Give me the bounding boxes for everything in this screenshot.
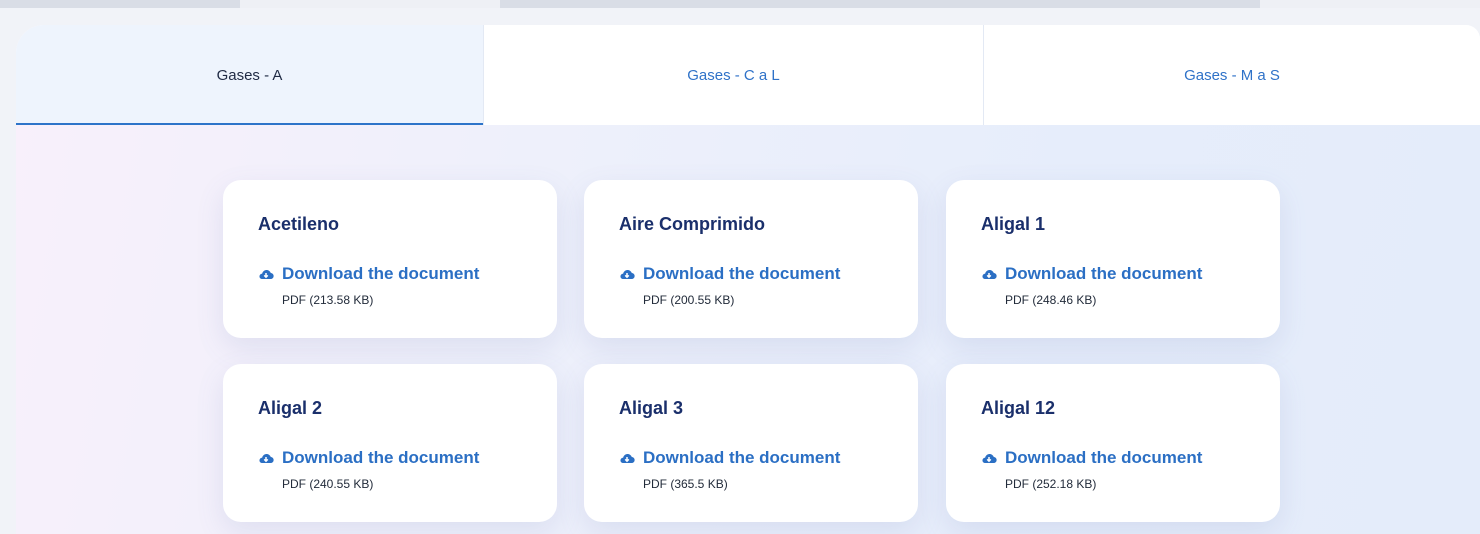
download-label: Download the document [282,448,480,467]
download-link[interactable]: Download the document [258,448,479,468]
document-title: Aligal 1 [981,214,1046,234]
top-strip [0,0,1480,8]
file-meta: PDF (213.58 KB) [282,293,374,307]
download-link[interactable]: Download the document [619,448,840,468]
download-label: Download the document [1005,448,1203,467]
document-title: Aligal 3 [619,398,684,418]
document-card: Aligal 12 Download the document PDF (252… [946,364,1280,522]
cloud-download-icon [259,453,274,464]
cloud-download-icon [982,453,997,464]
document-title: Aire Comprimido [619,214,766,234]
documents-panel: Gases - A Gases - C a L Gases - M a S Ac… [16,25,1480,534]
download-link[interactable]: Download the document [981,264,1202,284]
cloud-download-icon [982,269,997,280]
tab-gases-m-a-s[interactable]: Gases - M a S [983,25,1480,125]
download-label: Download the document [282,264,480,283]
document-card: Acetileno Download the document PDF (213… [223,180,557,338]
file-meta: PDF (200.55 KB) [643,293,735,307]
document-title: Aligal 12 [981,398,1056,418]
tab-gases-c-a-l[interactable]: Gases - C a L [483,25,983,125]
download-link[interactable]: Download the document [981,448,1202,468]
cloud-download-icon [620,453,635,464]
top-strip-segment [0,0,240,8]
download-link[interactable]: Download the document [258,264,479,284]
download-label: Download the document [643,448,841,467]
file-meta: PDF (240.55 KB) [282,477,374,491]
document-card: Aire Comprimido Download the document PD… [584,180,918,338]
document-title: Acetileno [258,214,340,234]
file-meta: PDF (248.46 KB) [1005,293,1097,307]
tab-bar: Gases - A Gases - C a L Gases - M a S [16,25,1480,125]
document-card: Aligal 2 Download the document PDF (240.… [223,364,557,522]
download-label: Download the document [1005,264,1203,283]
cloud-download-icon [259,269,274,280]
top-strip-segment [500,0,1260,8]
download-link[interactable]: Download the document [619,264,840,284]
file-meta: PDF (365.5 KB) [643,477,728,491]
file-meta: PDF (252.18 KB) [1005,477,1097,491]
document-card: Aligal 1 Download the document PDF (248.… [946,180,1280,338]
document-card: Aligal 3 Download the document PDF (365.… [584,364,918,522]
cloud-download-icon [620,269,635,280]
tab-gases-a[interactable]: Gases - A [16,25,483,125]
download-label: Download the document [643,264,841,283]
document-title: Aligal 2 [258,398,323,418]
